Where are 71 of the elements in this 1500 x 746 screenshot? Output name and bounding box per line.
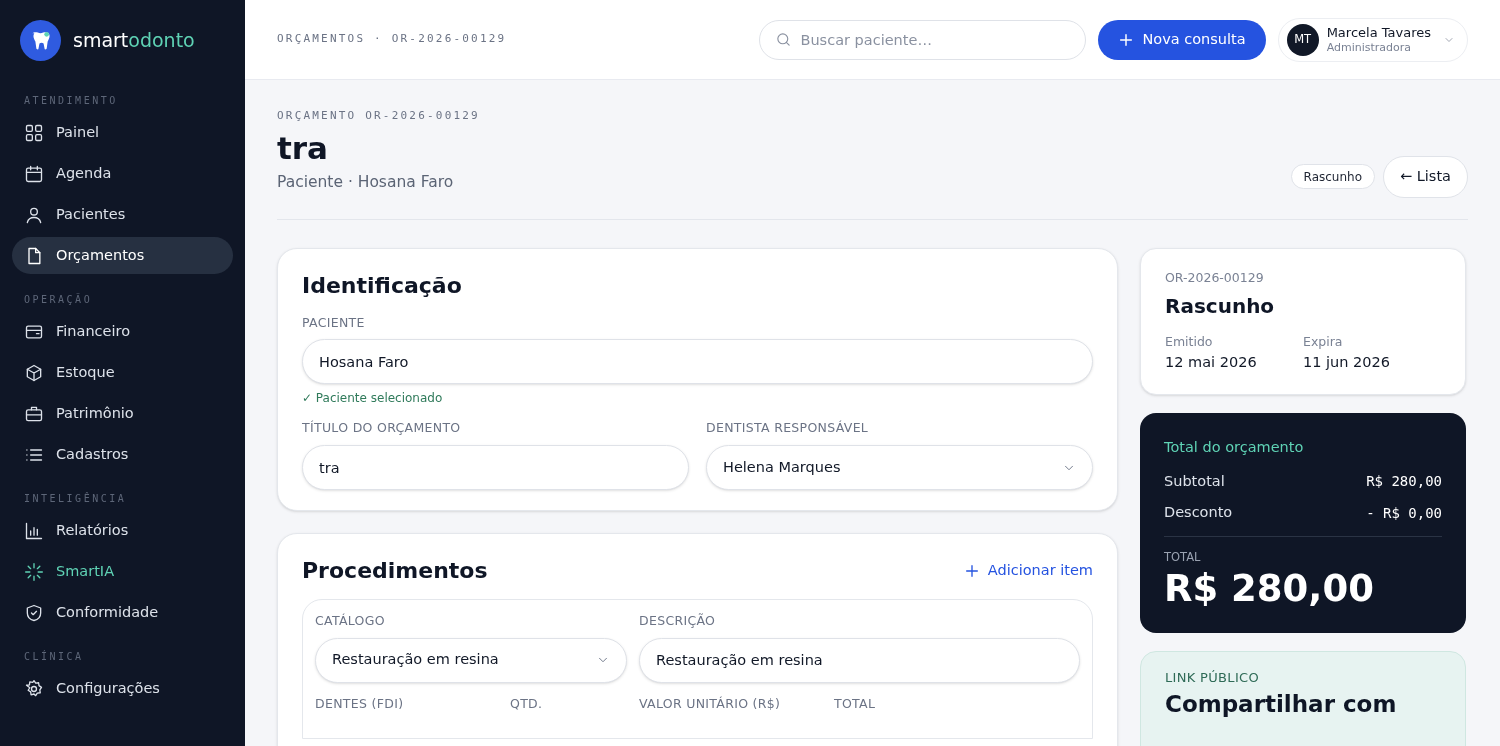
sidebar-item[interactable]: Relatórios (12, 512, 233, 549)
sidebar-item[interactable]: Patrimônio (12, 395, 233, 432)
page-eyebrow: ORÇAMENTO OR-2026-00129 (277, 108, 480, 124)
field-label: DESCRIÇÃO (639, 612, 717, 630)
input-field[interactable]: Restauração em resina (639, 637, 1080, 683)
plus-icon (963, 562, 980, 579)
back-to-list-button[interactable]: ← Lista (1383, 155, 1468, 198)
public-link-label: LINK PÚBLICO (1165, 668, 1261, 687)
column-label: TOTAL (834, 694, 877, 713)
budget-status: Rascunho (1165, 293, 1276, 321)
field-label: TÍTULO DO ORÇAMENTO (302, 419, 462, 438)
box-icon (24, 362, 44, 383)
breadcrumb: ORÇAMENTOS · OR-2026-00129 (277, 31, 507, 48)
sidebar-item[interactable]: Orçamentos (12, 237, 233, 274)
patient-selected-hint: ✓ Paciente selecionado (302, 390, 444, 408)
sidebar-item[interactable]: Agenda (12, 155, 233, 192)
card-title: Identificação (302, 271, 463, 300)
select-field[interactable]: Restauração em resina (315, 637, 627, 683)
date-label: Emitido (1165, 333, 1214, 352)
date-value: 11 jun 2026 (1303, 353, 1391, 372)
shield-icon (24, 602, 44, 623)
total-row-value: R$ 280,00 (1366, 471, 1442, 491)
input-field[interactable]: tra (302, 445, 689, 490)
user-name: Marcela Tavares (1326, 24, 1431, 41)
total-row-value: - R$ 0,00 (1366, 503, 1442, 523)
field-label: CATÁLOGO (315, 612, 386, 630)
tooth-logo-icon (20, 20, 61, 61)
plus-icon (1118, 31, 1135, 48)
settings-icon (24, 678, 44, 699)
sparkle-icon (24, 561, 44, 582)
public-link-title: Compartilhar com (1165, 690, 1398, 719)
section-heading: OPERAÇÃO (23, 292, 94, 307)
patient-field[interactable]: Hosana Faro (302, 339, 1093, 385)
sidebar-item[interactable]: Configurações (12, 670, 233, 707)
column-label: QTD. (510, 694, 544, 713)
page-subtitle: Paciente · Hosana Faro (277, 172, 455, 194)
total-row-label: Desconto (1164, 503, 1233, 523)
field-label: PACIENTE (302, 313, 366, 332)
total-row-label: Subtotal (1164, 471, 1225, 491)
column-label: VALOR UNITÁRIO (R$) (639, 694, 782, 713)
budget-code: OR-2026-00129 (1165, 268, 1265, 287)
brand-name: smartodonto (73, 28, 195, 54)
sidebar-item[interactable]: Conformidade (12, 594, 233, 631)
user-avatar: MT (1286, 23, 1319, 56)
section-heading: CLÍNICA (23, 649, 85, 664)
section-heading: INTELIGÊNCIA (23, 491, 128, 506)
sidebar-item[interactable]: Estoque (12, 354, 233, 391)
calendar-icon (24, 163, 44, 184)
column-label: DENTES (FDI) (315, 694, 405, 713)
date-value: 12 mai 2026 (1165, 353, 1258, 372)
section-heading: ATENDIMENTO (23, 94, 119, 108)
sidebar-item[interactable]: Cadastros (12, 436, 233, 473)
sidebar-item[interactable]: Pacientes (12, 196, 233, 233)
total-value: R$ 280,00 (1164, 566, 1375, 613)
total-label: TOTAL (1164, 549, 1202, 566)
search-field[interactable]: Buscar paciente… (759, 19, 1087, 60)
status-badge: Rascunho (1290, 164, 1375, 189)
new-consultation-button[interactable]: Nova consulta (1098, 19, 1266, 60)
date-label: Expira (1303, 333, 1344, 352)
page-title: tra (277, 128, 330, 168)
totals-title: Total do orçamento (1164, 437, 1305, 457)
sidebar-item[interactable]: Painel (12, 114, 233, 151)
select-field[interactable]: Helena Marques (706, 445, 1093, 490)
sidebar-item[interactable]: SmartIA (12, 553, 233, 590)
card-title: Procedimentos (302, 557, 488, 585)
bar-chart-icon (24, 520, 44, 541)
user-role: Administradora (1326, 40, 1412, 55)
field-label: DENTISTA RESPONSÁVEL (706, 419, 870, 438)
grid-icon (24, 122, 44, 143)
add-item-button[interactable]: Adicionar item (963, 559, 1093, 582)
sidebar-item[interactable]: Financeiro (12, 313, 233, 350)
